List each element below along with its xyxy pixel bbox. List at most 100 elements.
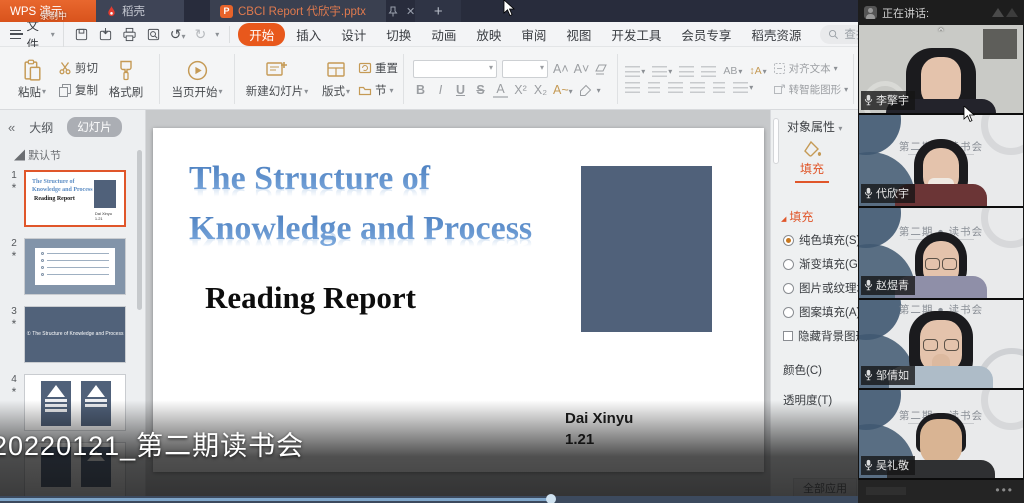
radio-solid-fill[interactable]: 纯色填充(S) bbox=[783, 232, 858, 248]
increase-font-icon[interactable]: A˄ bbox=[553, 62, 569, 76]
hamburger-icon[interactable] bbox=[10, 30, 21, 39]
char-effect-button[interactable]: A~▾ bbox=[553, 83, 573, 97]
participant-video-4[interactable]: 第二期 ● 读书会 邹倩如 bbox=[859, 300, 1023, 390]
slide-thumbnail-2[interactable] bbox=[24, 238, 126, 295]
radio-picture-fill[interactable]: 图片或纹理填充 bbox=[783, 280, 858, 296]
slide-thumbnail-1[interactable]: The Structure ofKnowledge and Process Re… bbox=[24, 170, 126, 227]
slide-rectangle-shape[interactable] bbox=[581, 166, 712, 332]
export-icon[interactable] bbox=[98, 27, 113, 42]
radio-pattern-fill[interactable]: 图案填充(A) bbox=[783, 304, 858, 320]
apply-all-button[interactable]: 全部应用 bbox=[793, 478, 857, 498]
video-progress-bar[interactable] bbox=[0, 496, 858, 503]
new-slide-button[interactable]: 新建幻灯片▾ bbox=[240, 51, 314, 107]
reset-button[interactable]: 重置 bbox=[358, 60, 398, 76]
sidebar-scrollbar[interactable] bbox=[137, 150, 142, 310]
participant-video-2[interactable]: 第二期 ● 读书会 代欣宇 bbox=[859, 115, 1023, 208]
object-properties-panel: 对象属性 ▾ 填充 填充 纯色填充(S) 渐变填充(G) 图片或纹理填充 图案填… bbox=[770, 110, 858, 503]
menu-item-design[interactable]: 设计 bbox=[332, 23, 375, 46]
bold-button[interactable]: B bbox=[413, 83, 428, 97]
fill-tab[interactable]: 填充 bbox=[795, 140, 829, 183]
participant-video-3[interactable]: 第二期 ● 读书会 赵煜青 bbox=[859, 208, 1023, 300]
participant-video-1[interactable]: ⌃ 李擎宇 bbox=[859, 25, 1023, 115]
underline-button[interactable]: U bbox=[453, 83, 468, 97]
smart-graphic-button[interactable]: 转智能图形▾ bbox=[773, 82, 849, 97]
pin-tab-icon[interactable] bbox=[388, 6, 398, 17]
fill-section-header[interactable]: 填充 bbox=[781, 208, 813, 225]
panel-title[interactable]: 对象属性 ▾ bbox=[787, 118, 842, 135]
highlighter-icon[interactable] bbox=[578, 84, 592, 97]
slide-thumbnail-3[interactable]: ① The Structure of Knowledge and Process bbox=[24, 306, 126, 363]
undo-icon[interactable]: ↺▾ bbox=[170, 26, 186, 43]
subscript-button[interactable]: X₂ bbox=[533, 83, 548, 97]
play-from-current-button[interactable]: 当页开始▾ bbox=[165, 51, 229, 107]
collapse-sidebar-icon[interactable]: « bbox=[8, 120, 15, 135]
superscript-button[interactable]: X² bbox=[513, 83, 528, 97]
align-text-button[interactable]: 对齐文本▾ bbox=[773, 61, 849, 76]
menu-item-view[interactable]: 视图 bbox=[557, 23, 600, 46]
print-icon[interactable] bbox=[122, 27, 137, 42]
distribute-button[interactable] bbox=[713, 82, 725, 93]
ribbon-collapse-icon[interactable]: ▾ bbox=[215, 30, 219, 39]
italic-button[interactable]: I bbox=[433, 83, 448, 97]
menu-item-daoke-res[interactable]: 稻壳资源 bbox=[742, 23, 810, 46]
cut-button[interactable]: 剪切 bbox=[58, 60, 98, 76]
justify-button[interactable] bbox=[690, 82, 705, 93]
daoke-label: 稻壳 bbox=[122, 3, 145, 19]
redo-icon[interactable]: ↻ bbox=[195, 26, 207, 43]
progress-handle[interactable] bbox=[546, 494, 556, 503]
menu-item-member[interactable]: 会员专享 bbox=[672, 23, 740, 46]
font-family-select[interactable] bbox=[413, 60, 497, 78]
panel-scrollbar[interactable] bbox=[773, 118, 779, 164]
menu-item-home[interactable]: 开始 bbox=[238, 23, 285, 46]
slide-subtitle[interactable]: Reading Report bbox=[205, 280, 416, 316]
paste-button[interactable]: 粘贴▾ bbox=[6, 51, 58, 107]
print-preview-icon[interactable] bbox=[146, 27, 161, 42]
menu-item-insert[interactable]: 插入 bbox=[287, 23, 330, 46]
save-icon[interactable] bbox=[74, 27, 89, 42]
tab-outline[interactable]: 大纲 bbox=[29, 119, 53, 136]
participant-name-tag: 李擎宇 bbox=[861, 91, 915, 110]
new-tab-button[interactable]: + bbox=[415, 0, 461, 22]
numbered-list-button[interactable]: ▾ bbox=[652, 66, 672, 77]
decrease-font-icon[interactable]: A˅ bbox=[574, 62, 590, 76]
slide-author-block[interactable]: Dai Xinyu 1.21 bbox=[565, 408, 633, 450]
decrease-indent-button[interactable] bbox=[679, 66, 694, 77]
more-options-icon[interactable]: ••• bbox=[995, 483, 1014, 497]
align-center-button[interactable] bbox=[648, 82, 660, 93]
font-color-button[interactable]: A bbox=[493, 82, 508, 98]
line-spacing-button[interactable]: ↕A▾ bbox=[749, 65, 766, 77]
layout-button[interactable]: 版式▾ bbox=[314, 51, 358, 107]
transparency-label[interactable]: 透明度(T) bbox=[783, 392, 832, 408]
section-header[interactable]: ◢ 默认节 bbox=[0, 141, 145, 165]
copy-button[interactable]: 复制 bbox=[58, 82, 98, 98]
tab-document[interactable]: P CBCI Report 代欣宇.pptx bbox=[210, 0, 386, 22]
checkbox-hide-background[interactable]: 隐藏背景图形 bbox=[783, 328, 858, 344]
strikethrough-button[interactable]: S bbox=[473, 83, 488, 97]
menu-item-transition[interactable]: 切换 bbox=[377, 23, 420, 46]
section-button[interactable]: 节▾ bbox=[358, 82, 398, 98]
menu-item-slideshow[interactable]: 放映 bbox=[467, 23, 510, 46]
menu-item-devtools[interactable]: 开发工具 bbox=[602, 23, 670, 46]
slide-thumbnail-4[interactable] bbox=[24, 374, 126, 431]
clear-format-icon[interactable] bbox=[594, 63, 608, 76]
menu-item-review[interactable]: 审阅 bbox=[512, 23, 555, 46]
participant-video-5[interactable]: 第二期 ● 读书会 吴礼敬 bbox=[859, 390, 1023, 480]
font-size-select[interactable] bbox=[502, 60, 548, 78]
close-tab-icon[interactable]: ✕ bbox=[406, 5, 415, 18]
menu-item-animation[interactable]: 动画 bbox=[422, 23, 465, 46]
slide-editor[interactable]: The Structure of Knowledge and Process R… bbox=[153, 128, 764, 472]
bullet-list-button[interactable]: ▾ bbox=[625, 66, 645, 77]
align-right-button[interactable] bbox=[668, 82, 683, 93]
tab-wps-app[interactable]: WPS 演示 录制中 bbox=[0, 0, 96, 22]
tab-daoke[interactable]: 稻壳 bbox=[96, 0, 184, 22]
color-label[interactable]: 颜色(C) bbox=[783, 362, 822, 378]
increase-indent-button[interactable] bbox=[701, 66, 716, 77]
text-direction-button[interactable]: AB▾ bbox=[723, 65, 742, 77]
slide-title[interactable]: The Structure of Knowledge and Process bbox=[189, 154, 532, 254]
columns-button[interactable]: ▾ bbox=[733, 82, 753, 93]
format-painter-button[interactable]: 格式刷 bbox=[98, 51, 154, 107]
radio-gradient-fill[interactable]: 渐变填充(G) bbox=[783, 256, 858, 272]
collapse-videos-icon[interactable]: ⌃ bbox=[936, 26, 945, 39]
tab-slides[interactable]: 幻灯片 bbox=[67, 117, 122, 137]
align-left-button[interactable] bbox=[625, 82, 640, 93]
